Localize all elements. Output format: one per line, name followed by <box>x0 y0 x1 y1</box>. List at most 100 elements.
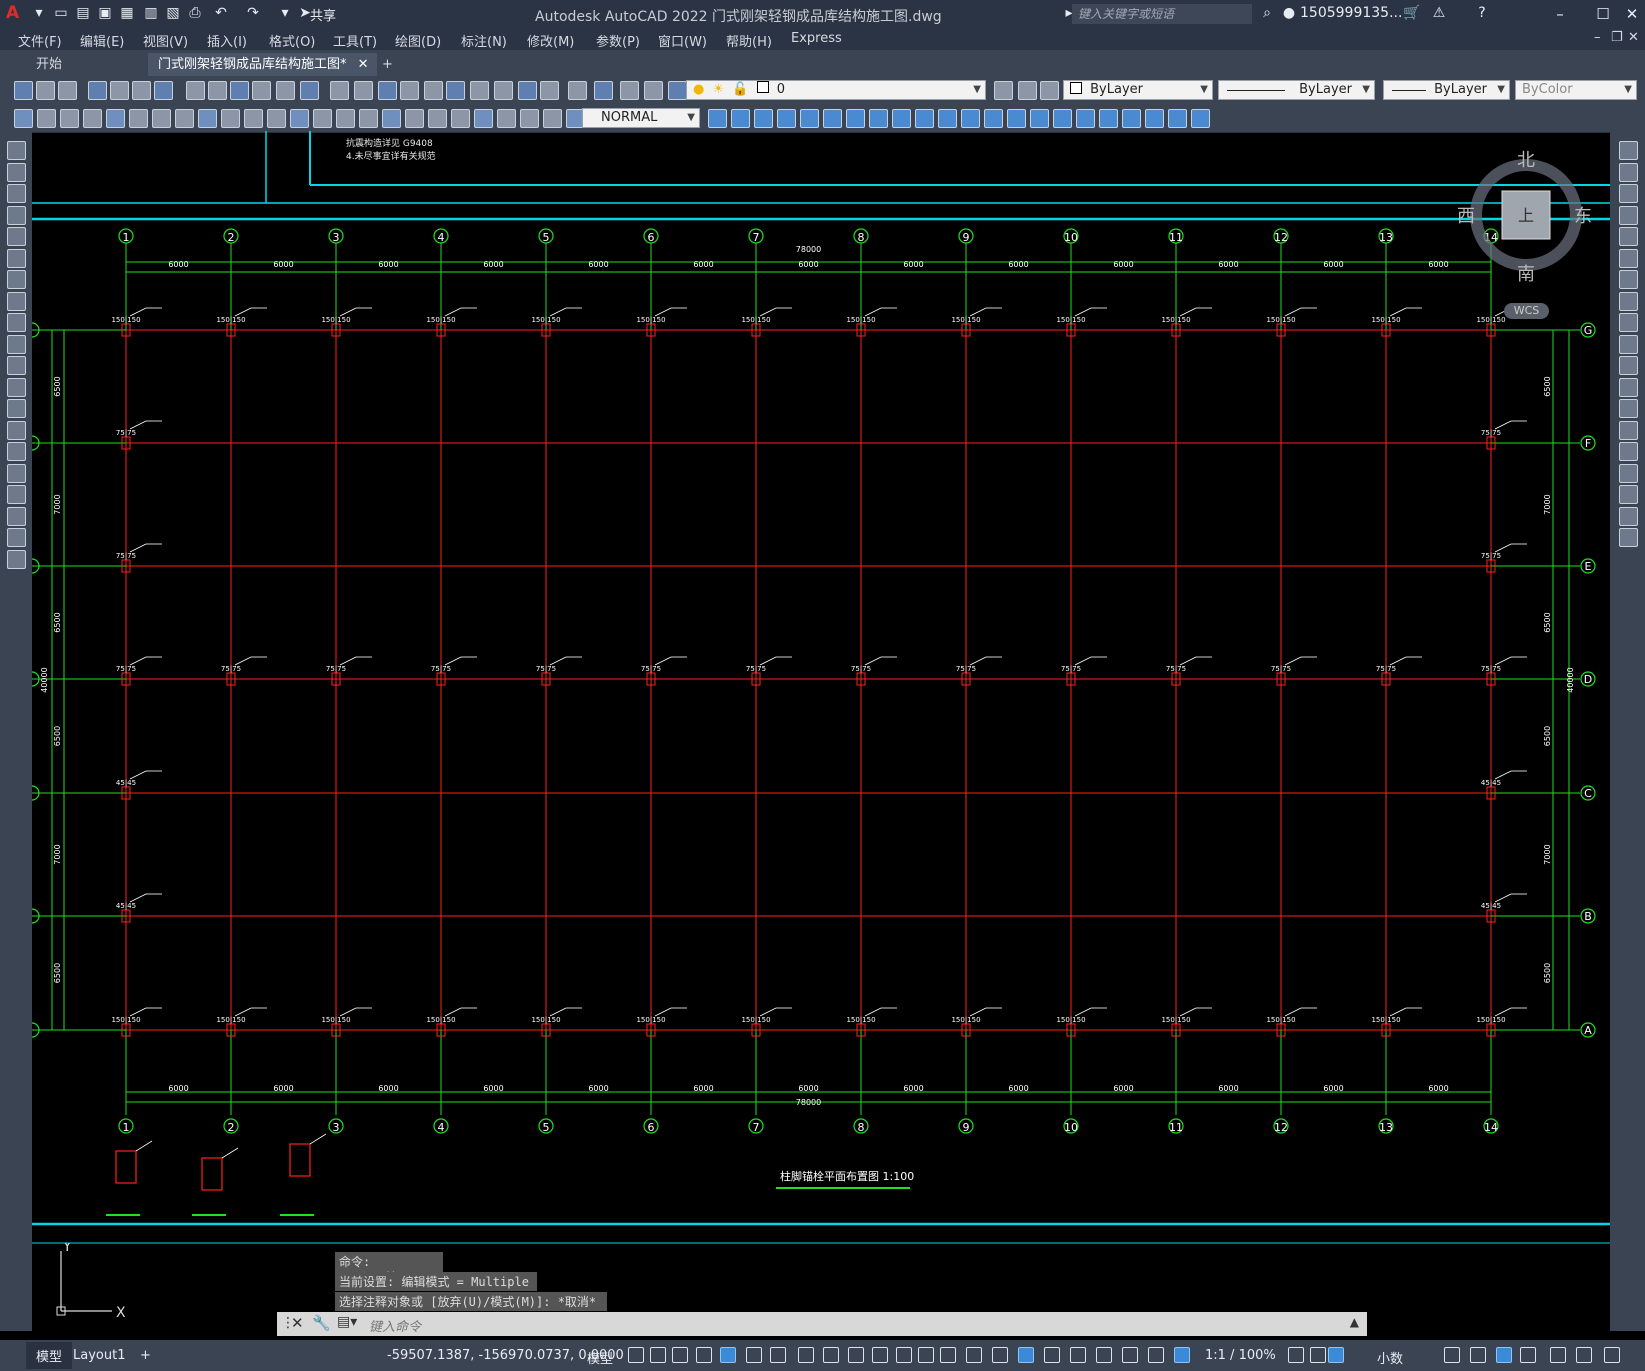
menu-file[interactable]: 文件(F) <box>18 31 62 50</box>
customize-qat-icon[interactable]: ▾ <box>276 4 294 22</box>
status-toggle-16-icon[interactable] <box>992 1347 1008 1363</box>
std-tool-19-icon[interactable] <box>446 81 465 100</box>
dim-tool-15-icon[interactable] <box>336 109 355 128</box>
status-toggle-9-icon[interactable] <box>823 1347 839 1363</box>
menu-dimension[interactable]: 标注(N) <box>461 31 507 50</box>
std-tool-27-icon[interactable] <box>644 81 663 100</box>
modify2-tool-10-icon[interactable] <box>915 109 934 128</box>
linetype-dropdown[interactable]: ByLayer ▼ <box>1218 80 1375 100</box>
units-button[interactable]: 小数 <box>1377 1348 1403 1367</box>
modify2-tool-9-icon[interactable] <box>892 109 911 128</box>
modify-tool-19-icon[interactable] <box>1619 528 1638 547</box>
modify-tool-6-icon[interactable] <box>1619 248 1638 268</box>
modify2-tool-1-icon[interactable] <box>708 109 727 128</box>
plot-icon[interactable]: ⎙ <box>186 4 204 22</box>
menu-parametric[interactable]: 参数(P) <box>596 31 640 50</box>
minimize-button[interactable]: – <box>1547 2 1573 26</box>
dim-tool-16-icon[interactable] <box>359 109 378 128</box>
status-toggle-33-icon[interactable] <box>1604 1347 1620 1363</box>
std-tool-6-icon[interactable] <box>132 81 151 100</box>
menu-tools[interactable]: 工具(T) <box>333 31 377 50</box>
status-toggle-15-icon[interactable] <box>966 1347 982 1363</box>
draw-tool-19-icon[interactable] <box>7 528 26 547</box>
status-toggle-3-icon[interactable] <box>672 1347 688 1363</box>
account-name[interactable]: 1505999135... <box>1300 5 1402 21</box>
dim-tool-3-icon[interactable] <box>60 109 79 128</box>
dim-tool-18-icon[interactable] <box>405 109 424 128</box>
menu-window[interactable]: 窗口(W) <box>658 31 707 50</box>
save-icon[interactable]: ▣ <box>96 4 114 22</box>
share-button[interactable]: 共享 <box>310 5 336 24</box>
compass-east[interactable]: 东 <box>1574 206 1592 227</box>
status-toggle-2-icon[interactable] <box>650 1347 666 1363</box>
std-tool-3-icon[interactable] <box>58 81 77 100</box>
status-toggle-4-icon[interactable] <box>696 1347 712 1363</box>
layer-tool-1-icon[interactable] <box>994 81 1013 100</box>
std-tool-18-icon[interactable] <box>424 81 443 100</box>
status-toggle-22-icon[interactable] <box>1148 1347 1164 1363</box>
compass-north[interactable]: 北 <box>1517 150 1535 171</box>
help-icon[interactable]: ? <box>1473 4 1491 22</box>
modify2-tool-13-icon[interactable] <box>984 109 1003 128</box>
std-tool-26-icon[interactable] <box>620 81 639 100</box>
modify-tool-13-icon[interactable] <box>1619 399 1638 418</box>
cart-icon[interactable]: 🛒 <box>1403 4 1421 22</box>
std-tool-22-icon[interactable] <box>518 81 537 100</box>
status-toggle-21-icon[interactable] <box>1122 1347 1138 1363</box>
dim-tool-9-icon[interactable] <box>198 109 217 128</box>
std-tool-13-icon[interactable] <box>300 81 319 100</box>
menu-express[interactable]: Express <box>791 31 842 46</box>
modify-tool-8-icon[interactable] <box>1619 291 1638 311</box>
dim-tool-2-icon[interactable] <box>37 109 56 128</box>
std-tool-20-icon[interactable] <box>470 81 489 100</box>
modify-tool-18-icon[interactable] <box>1619 506 1638 526</box>
std-tool-7-icon[interactable] <box>154 81 173 100</box>
dim-tool-1-icon[interactable] <box>14 109 33 128</box>
status-toggle-18-icon[interactable] <box>1044 1347 1060 1363</box>
dim-tool-19-icon[interactable] <box>428 109 447 128</box>
new-icon[interactable]: ▭ <box>52 4 70 22</box>
modify2-tool-15-icon[interactable] <box>1030 109 1049 128</box>
modify2-tool-16-icon[interactable] <box>1053 109 1072 128</box>
status-toggle-10-icon[interactable] <box>848 1347 864 1363</box>
save-web-icon[interactable]: ▧ <box>164 4 182 22</box>
std-tool-10-icon[interactable] <box>230 81 249 100</box>
dim-tool-7-icon[interactable] <box>152 109 171 128</box>
modify-tool-3-icon[interactable] <box>1619 184 1638 203</box>
modify-tool-10-icon[interactable] <box>1619 334 1638 354</box>
dim-tool-14-icon[interactable] <box>313 109 332 128</box>
modify-tool-5-icon[interactable] <box>1619 227 1638 246</box>
tab-layout1[interactable]: Layout1 <box>73 1348 125 1363</box>
modify2-tool-18-icon[interactable] <box>1099 109 1118 128</box>
modify2-tool-12-icon[interactable] <box>961 109 980 128</box>
recent-commands-icon[interactable]: ▤▾ <box>337 1314 357 1330</box>
std-tool-16-icon[interactable] <box>378 81 397 100</box>
modify-tool-16-icon[interactable] <box>1619 463 1638 483</box>
draw-tool-18-icon[interactable] <box>7 506 26 526</box>
modify2-tool-20-icon[interactable] <box>1145 109 1164 128</box>
status-toggle-29-icon[interactable] <box>1496 1347 1512 1363</box>
command-line[interactable]: ⋮ ✕ 🔧 ▤▾ 键入命令 ▲ <box>277 1312 1367 1336</box>
status-toggle-25-icon[interactable] <box>1310 1347 1326 1363</box>
std-tool-2-icon[interactable] <box>36 81 55 100</box>
close-tab-icon[interactable]: ✕ <box>358 53 369 76</box>
draw-tool-8-icon[interactable] <box>7 291 26 311</box>
modify-tool-15-icon[interactable] <box>1619 442 1638 461</box>
dim-tool-4-icon[interactable] <box>83 109 102 128</box>
menu-edit[interactable]: 编辑(E) <box>80 31 124 50</box>
std-tool-14-icon[interactable] <box>330 81 349 100</box>
modify2-tool-4-icon[interactable] <box>777 109 796 128</box>
search-icon[interactable]: ⌕ <box>1258 4 1276 22</box>
dim-tool-13-icon[interactable] <box>290 109 309 128</box>
status-toggle-26-icon[interactable] <box>1328 1347 1344 1363</box>
status-toggle-23-icon[interactable] <box>1174 1347 1190 1363</box>
command-input[interactable]: 键入命令 <box>369 1316 421 1335</box>
model-space-button[interactable]: 模型 <box>587 1348 613 1367</box>
modify2-tool-7-icon[interactable] <box>846 109 865 128</box>
draw-tool-16-icon[interactable] <box>7 463 26 483</box>
open-icon[interactable]: ▤ <box>74 4 92 22</box>
menu-format[interactable]: 格式(O) <box>269 31 315 50</box>
layer-tool-3-icon[interactable] <box>1040 81 1059 100</box>
help-search-input[interactable]: 键入关键字或短语 <box>1072 4 1252 24</box>
compass-south[interactable]: 南 <box>1517 264 1535 285</box>
